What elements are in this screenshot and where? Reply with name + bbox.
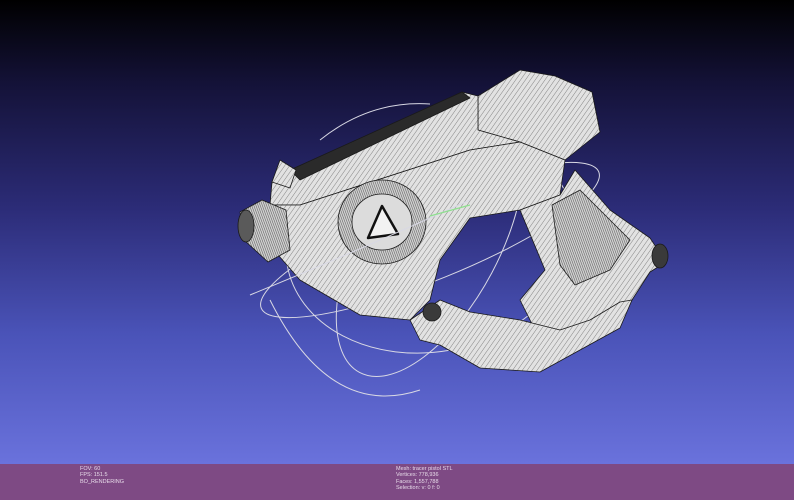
mesh-info: Mesh: tracer pistol STL Vertices: 778,93… <box>396 466 453 492</box>
3d-viewport[interactable] <box>0 0 794 464</box>
selection-readout: Selection: v: 0 f: 0 <box>396 485 440 492</box>
pistol-mesh[interactable] <box>237 69 669 373</box>
render-info: FOV: 60 FPS: 151.5 BO_RENDERING <box>80 466 124 485</box>
mesh-grip-cap <box>651 243 669 269</box>
mesh-trigger-pivot <box>422 302 442 322</box>
mesh-canvas[interactable] <box>0 0 794 464</box>
status-bar: FOV: 60 FPS: 151.5 BO_RENDERING Mesh: tr… <box>0 464 794 500</box>
mesh-muzzle-tip <box>237 209 255 243</box>
render-mode-readout: BO_RENDERING <box>80 478 125 485</box>
